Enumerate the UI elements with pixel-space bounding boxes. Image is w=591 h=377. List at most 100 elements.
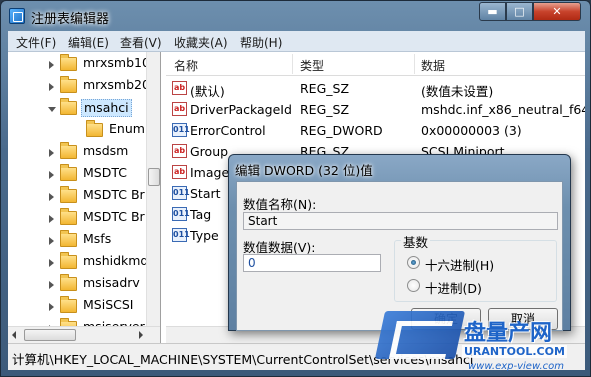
string-value-icon: ab: [172, 81, 187, 95]
hex-radio-label[interactable]: 十六进制(H): [425, 255, 494, 274]
folder-icon: [60, 164, 77, 181]
scroll-right-icon[interactable]: [139, 331, 143, 339]
tree-item[interactable]: MSDTC Br: [8, 207, 146, 229]
value-type: REG_SZ: [300, 81, 350, 96]
value-name-field: Start: [243, 212, 558, 230]
value-data: 0x00000003 (3): [421, 123, 522, 138]
folder-icon: [60, 252, 77, 269]
list-header: 名称 类型 数据: [166, 52, 585, 76]
string-value-icon: ab: [172, 165, 187, 179]
binary-value-icon: 011: [172, 123, 190, 137]
string-value-icon: ab: [172, 144, 187, 158]
base-label: 基数: [401, 232, 431, 251]
value-name: Group: [190, 144, 229, 159]
dec-radio[interactable]: [407, 279, 420, 292]
tree-item[interactable]: Msfs: [8, 229, 146, 251]
dialog-body: 数值名称(N): Start 数值数据(V): 0 基数 十六进制(H) 十进制…: [236, 181, 563, 331]
maximize-button[interactable]: □: [506, 2, 533, 21]
tree-item[interactable]: MSiSCSI: [8, 295, 146, 317]
status-path: 计算机\HKEY_LOCAL_MACHINE\SYSTEM\CurrentCon…: [12, 352, 474, 367]
value-name: ErrorControl: [190, 123, 266, 138]
expand-arrow-icon[interactable]: [49, 83, 54, 91]
column-data-header[interactable]: 数据: [421, 57, 445, 74]
menu-help[interactable]: 帮助(H): [240, 34, 282, 51]
minimize-button[interactable]: ▬: [479, 2, 506, 21]
tree-item-label: MSDTC Br: [83, 209, 145, 224]
value-row[interactable]: ab DriverPackageId REG_SZ mshdc.inf_x86_neu…: [166, 99, 585, 120]
value-name: (默认): [190, 84, 225, 99]
window-title: 注册表编辑器: [31, 12, 110, 27]
value-data: (数值未设置): [421, 84, 494, 99]
value-type: REG_DWORD: [300, 123, 383, 138]
value-row[interactable]: ab (默认) REG_SZ (数值未设置): [166, 78, 585, 99]
tree-item-label: mrxsmb10: [83, 55, 150, 70]
menu-view[interactable]: 查看(V): [120, 34, 162, 51]
status-bar: 计算机\HKEY_LOCAL_MACHINE\SYSTEM\CurrentCon…: [8, 343, 585, 370]
dialog-title: 编辑 DWORD (32 位)值: [235, 163, 373, 178]
value-data-input[interactable]: 0: [243, 254, 381, 272]
column-type-header[interactable]: 类型: [300, 57, 324, 74]
tree-vertical-scrollbar[interactable]: [146, 52, 160, 326]
scroll-left-icon[interactable]: [12, 331, 16, 339]
column-divider[interactable]: [292, 54, 293, 74]
menu-edit[interactable]: 编辑(E): [68, 34, 109, 51]
tree-item-label: msahci: [81, 99, 132, 117]
value-name: Type: [190, 228, 219, 243]
expand-arrow-icon[interactable]: [49, 171, 54, 179]
menu-favorites[interactable]: 收藏夹(A): [174, 34, 228, 51]
tree-item[interactable]: mrxsmb20: [8, 75, 150, 97]
tree-item[interactable]: msdsm: [8, 141, 146, 163]
tree-item-label: MSDTC: [83, 165, 127, 180]
folder-icon: [60, 208, 77, 225]
expand-arrow-icon[interactable]: [49, 149, 54, 157]
tree-item[interactable]: Enum: [8, 119, 146, 141]
expand-arrow-icon[interactable]: [49, 215, 54, 223]
tree-item[interactable]: mshidkmd: [8, 251, 148, 273]
tree-scroll-thumb[interactable]: [148, 168, 160, 186]
tree-item[interactable]: MSDTC: [8, 163, 146, 185]
edit-dword-dialog: 编辑 DWORD (32 位)值 数值名称(N): Start 数值数据(V):…: [228, 154, 571, 331]
expand-arrow-icon[interactable]: [49, 303, 54, 311]
value-name: Tag: [190, 207, 212, 222]
tree-item-label: mrxsmb20: [83, 77, 150, 92]
dec-radio-label[interactable]: 十进制(D): [425, 278, 482, 297]
menu-file[interactable]: 文件(F): [16, 34, 56, 51]
expand-arrow-icon[interactable]: [49, 61, 54, 69]
column-divider[interactable]: [414, 54, 415, 74]
tree-item[interactable]: mrxsmb10: [8, 53, 150, 75]
tree-item-label: msdsm: [83, 143, 129, 158]
tree-item[interactable]: msisadrv: [8, 273, 146, 295]
tree-horizontal-scrollbar[interactable]: [8, 326, 160, 343]
column-name-header[interactable]: 名称: [174, 57, 198, 74]
value-type: REG_SZ: [300, 102, 350, 117]
collapse-arrow-icon[interactable]: [48, 107, 56, 112]
expand-arrow-icon[interactable]: [49, 193, 54, 201]
ok-button[interactable]: 确定: [411, 308, 481, 330]
folder-icon: [86, 120, 103, 137]
value-name: Image: [190, 165, 230, 180]
tree-hscroll-thumb[interactable]: [24, 329, 76, 341]
string-value-icon: ab: [172, 102, 187, 116]
registry-app-icon: [9, 8, 25, 24]
expand-arrow-icon[interactable]: [49, 281, 54, 289]
folder-icon: [60, 274, 77, 291]
folder-icon: [60, 76, 77, 93]
tree-item-label: msisadrv: [83, 275, 140, 290]
registry-tree[interactable]: MSKSSRVmsiserverMSiSCSImsisadrvmshidkmdM…: [8, 52, 161, 343]
tree-item[interactable]: msahci: [8, 97, 146, 119]
expand-arrow-icon[interactable]: [49, 237, 54, 245]
cancel-button[interactable]: 取消: [488, 308, 558, 330]
value-name: Start: [190, 186, 221, 201]
title-bar[interactable]: 注册表编辑器 ▬ □ ✕: [1, 1, 590, 31]
value-row[interactable]: 011 ErrorControl REG_DWORD 0x00000003 (3): [166, 120, 585, 141]
folder-icon: [60, 98, 77, 115]
base-groupbox: 基数 十六进制(H) 十进制(D): [394, 232, 557, 302]
hex-radio[interactable]: [407, 256, 420, 269]
value-name: DriverPackageId: [190, 102, 292, 117]
menu-bar: 文件(F) 编辑(E) 查看(V) 收藏夹(A) 帮助(H): [8, 31, 585, 52]
tree-item[interactable]: MSDTC Br: [8, 185, 146, 207]
close-button[interactable]: ✕: [533, 2, 581, 21]
binary-value-icon: 011: [172, 228, 190, 242]
expand-arrow-icon[interactable]: [49, 259, 54, 267]
folder-icon: [60, 230, 77, 247]
